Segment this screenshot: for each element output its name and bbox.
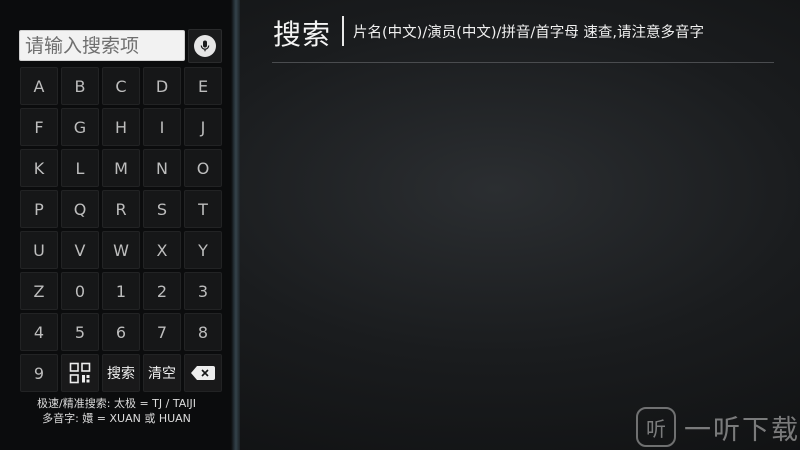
key-T[interactable]: T [184, 190, 222, 228]
key-6[interactable]: 6 [102, 313, 140, 351]
key-5[interactable]: 5 [61, 313, 99, 351]
panel-divider [231, 0, 240, 450]
key-D[interactable]: D [143, 67, 181, 105]
key-Z[interactable]: Z [20, 272, 58, 310]
hint-line-1: 极速/精准搜索: 太极 = TJ / TAIJI [37, 397, 196, 410]
key-3[interactable]: 3 [184, 272, 222, 310]
key-8[interactable]: 8 [184, 313, 222, 351]
key-F[interactable]: F [20, 108, 58, 146]
title-separator [342, 16, 344, 46]
backspace-button[interactable] [184, 354, 222, 392]
key-E[interactable]: E [184, 67, 222, 105]
qr-code-icon [69, 362, 91, 384]
microphone-icon [194, 35, 216, 57]
key-C[interactable]: C [102, 67, 140, 105]
search-input[interactable] [19, 30, 185, 61]
key-K[interactable]: K [20, 149, 58, 187]
page-title: 搜索 [273, 18, 332, 51]
key-J[interactable]: J [184, 108, 222, 146]
watermark-logo: 听 [636, 407, 676, 447]
backspace-icon [191, 366, 215, 380]
key-L[interactable]: L [61, 149, 99, 187]
key-4[interactable]: 4 [20, 313, 58, 351]
key-0[interactable]: 0 [61, 272, 99, 310]
header-divider [272, 62, 774, 63]
key-Q[interactable]: Q [61, 190, 99, 228]
key-G[interactable]: G [61, 108, 99, 146]
key-X[interactable]: X [143, 231, 181, 269]
qr-code-button[interactable] [61, 354, 99, 392]
key-A[interactable]: A [20, 67, 58, 105]
key-M[interactable]: M [102, 149, 140, 187]
key-9[interactable]: 9 [20, 354, 58, 392]
key-N[interactable]: N [143, 149, 181, 187]
key-Y[interactable]: Y [184, 231, 222, 269]
key-H[interactable]: H [102, 108, 140, 146]
key-W[interactable]: W [102, 231, 140, 269]
key-O[interactable]: O [184, 149, 222, 187]
key-2[interactable]: 2 [143, 272, 181, 310]
watermark: 听 一听下载 [636, 406, 800, 448]
key-1[interactable]: 1 [102, 272, 140, 310]
key-B[interactable]: B [61, 67, 99, 105]
key-I[interactable]: I [143, 108, 181, 146]
search-instructions: 片名(中文)/演员(中文)/拼音/首字母 速查,请注意多音字 [353, 25, 705, 41]
key-V[interactable]: V [61, 231, 99, 269]
search-button[interactable]: 搜索 [102, 354, 140, 392]
key-7[interactable]: 7 [143, 313, 181, 351]
voice-search-button[interactable] [188, 29, 222, 63]
clear-button[interactable]: 清空 [143, 354, 181, 392]
keyboard-panel: A B C D E F G H I J K L M N O P Q R S T … [0, 0, 233, 450]
key-S[interactable]: S [143, 190, 181, 228]
key-R[interactable]: R [102, 190, 140, 228]
watermark-text: 一听下载 [684, 414, 800, 446]
key-U[interactable]: U [20, 231, 58, 269]
key-P[interactable]: P [20, 190, 58, 228]
hint-line-2: 多音字: 嬛 = XUAN 或 HUAN [42, 412, 191, 425]
